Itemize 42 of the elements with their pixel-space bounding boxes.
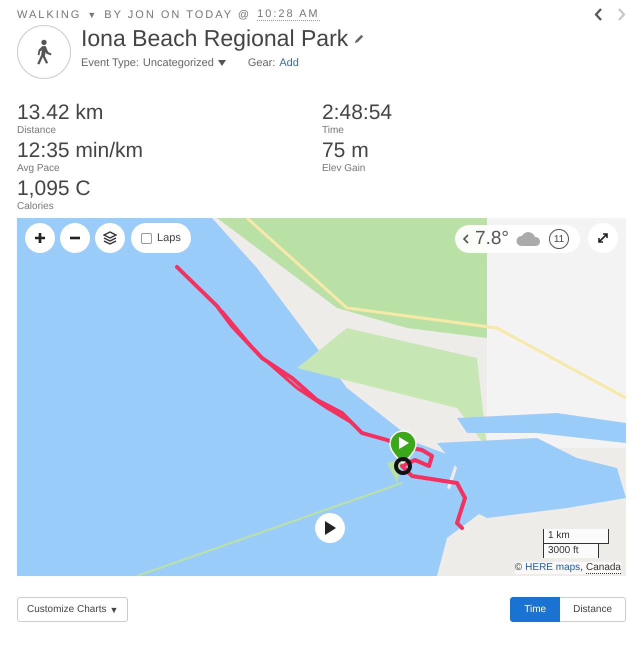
copyright-mark: © xyxy=(514,562,522,574)
separator: , xyxy=(580,562,583,573)
laps-checkbox[interactable] xyxy=(141,232,152,244)
byline: BY JON ON TODAY @ xyxy=(104,8,252,20)
layers-icon xyxy=(103,231,117,245)
caret-icon[interactable] xyxy=(218,60,226,66)
axis-toggle-button[interactable]: Distance xyxy=(560,597,626,622)
stat-label: Elev Gain xyxy=(322,163,366,175)
event-type-label: Event Type: xyxy=(81,57,139,69)
activity-time: 10:28 AM xyxy=(257,8,320,21)
start-marker-icon xyxy=(388,430,418,476)
scale-bar: 3000 ft xyxy=(543,544,599,558)
stat-value: 2:48:54 xyxy=(322,101,394,125)
stat-value: 12:35 min/km xyxy=(17,139,144,163)
play-icon xyxy=(324,521,336,535)
caret-icon[interactable]: ▼ xyxy=(87,10,98,20)
sport-type[interactable]: WALKING xyxy=(17,8,82,20)
stat-value: 75 m xyxy=(322,139,370,163)
expand-icon xyxy=(597,232,609,244)
event-type-dropdown[interactable]: Uncategorized xyxy=(142,57,214,69)
wind-speed: 11 xyxy=(549,229,570,249)
stat-label: Avg Pace xyxy=(17,163,61,175)
laps-toggle[interactable]: Laps xyxy=(131,223,191,253)
pencil-icon[interactable] xyxy=(354,33,366,44)
stat-label: Distance xyxy=(17,125,57,137)
activity-title: Iona Beach Regional Park xyxy=(81,25,348,52)
scale-bar: 1 km xyxy=(543,529,609,544)
previous-icon[interactable] xyxy=(594,8,603,21)
stat-label: Time xyxy=(322,125,345,137)
temperature: 7.8° xyxy=(475,228,510,250)
collapse-icon[interactable] xyxy=(463,234,469,244)
stat-value: 13.42 km xyxy=(17,101,104,125)
axis-toggle-button[interactable]: Time xyxy=(510,597,560,622)
weather-widget[interactable]: 7.8° 11 xyxy=(455,225,580,253)
add-gear-link[interactable]: Add xyxy=(279,57,299,69)
stat-label: Calories xyxy=(17,201,55,213)
zoom-in-icon xyxy=(33,231,47,245)
map-provider-link[interactable]: HERE maps xyxy=(525,562,580,573)
gear-label: Gear: xyxy=(248,57,276,69)
stat-value: 1,095 C xyxy=(17,177,92,201)
region-link[interactable]: Canada xyxy=(586,562,621,574)
customize-charts-button[interactable]: Customize Charts ▼ xyxy=(17,597,128,622)
